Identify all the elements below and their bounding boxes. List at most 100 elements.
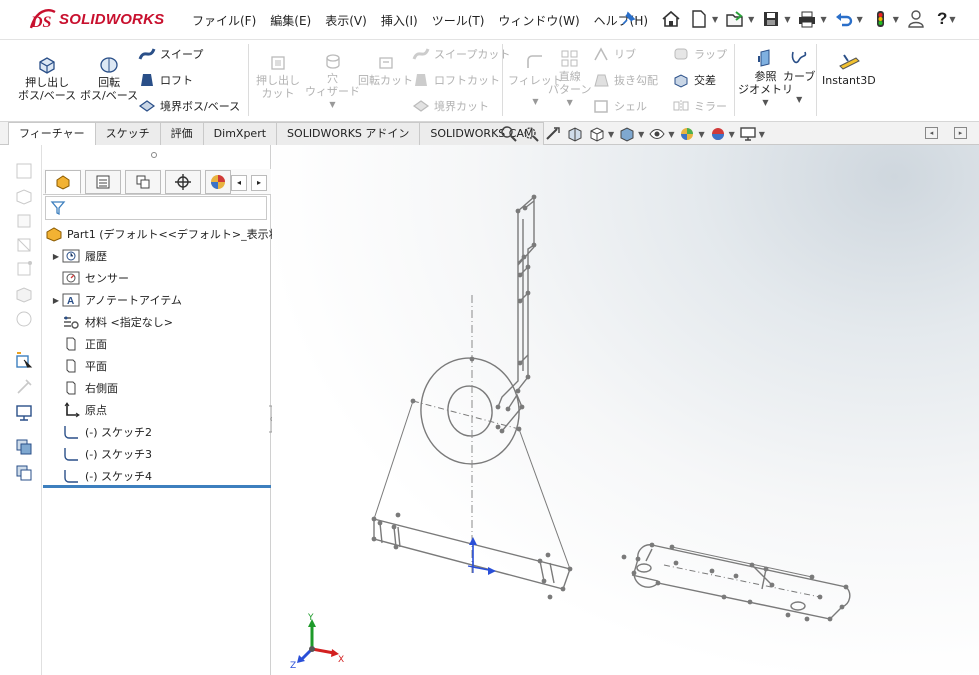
sphere-icon[interactable]	[14, 309, 34, 329]
swept-cut-button[interactable]: スイープカット	[412, 46, 510, 62]
copy-body-icon[interactable]	[14, 437, 34, 457]
tree-item-origin[interactable]: 原点	[43, 399, 271, 421]
chevron-down-icon[interactable]: ▼	[783, 93, 815, 106]
tree-item-sensors[interactable]: センサー	[43, 267, 271, 289]
chevron-down-icon[interactable]: ▼	[638, 130, 644, 139]
rebuild-button[interactable]: ▼	[869, 8, 899, 30]
chevron-down-icon[interactable]: ▼	[305, 98, 360, 111]
chevron-down-icon[interactable]: ▼	[893, 15, 899, 24]
select-filter-icon[interactable]	[14, 351, 34, 371]
panel-grip-icon[interactable]	[151, 152, 157, 158]
menu-tools[interactable]: ツール(T)	[426, 12, 493, 29]
mirror-button[interactable]: ミラー	[672, 98, 727, 114]
tab-addins[interactable]: SOLIDWORKS アドイン	[276, 122, 421, 145]
tab-features[interactable]: フィーチャー	[8, 122, 96, 145]
tree-item-history[interactable]: ▶ 履歴	[43, 245, 271, 267]
expand-arrow-icon[interactable]: ▶	[51, 296, 61, 305]
tab-sketch[interactable]: スケッチ	[94, 122, 161, 145]
revolved-boss-button[interactable]: 回転 ボス/ベース	[80, 54, 138, 102]
reference-triad[interactable]: Y X Z	[290, 613, 344, 671]
open-button[interactable]: ▼	[724, 8, 754, 30]
tree-root-part[interactable]: Part1 (デフォルト<<デフォルト>_表示状態 1>)	[43, 223, 315, 245]
chevron-down-icon[interactable]: ▼	[608, 130, 614, 139]
display-manager-tab[interactable]	[205, 170, 231, 194]
instant3d-button[interactable]: Instant3D	[822, 52, 876, 87]
wrap-button[interactable]: ラップ	[672, 46, 727, 62]
hide-show-button[interactable]: ▼	[648, 125, 674, 143]
menu-edit[interactable]: 編集(E)	[264, 12, 319, 29]
zoom-to-area-button[interactable]	[522, 125, 540, 143]
new-document-button[interactable]: ▼	[688, 8, 718, 30]
feature-tool-icon[interactable]	[14, 377, 34, 397]
box-select-icon[interactable]	[14, 161, 34, 181]
linear-pattern-button[interactable]: 直線 パターン ▼	[548, 48, 591, 109]
vertex-select-icon[interactable]	[14, 259, 34, 279]
shell-button[interactable]: シェル	[592, 98, 647, 114]
curves-button[interactable]: カーブ ▼	[783, 48, 815, 106]
print-button[interactable]: ▼	[796, 8, 827, 30]
chevron-down-icon[interactable]: ▼	[729, 130, 735, 139]
chevron-down-icon[interactable]: ▼	[857, 15, 863, 24]
restore-window-icon[interactable]: ◂	[925, 127, 938, 139]
tab-evaluate[interactable]: 評価	[159, 122, 204, 145]
save-button[interactable]: ▼	[760, 8, 790, 30]
boundary-boss-button[interactable]: 境界ボス/ベース	[138, 98, 240, 114]
maximize-window-icon[interactable]: ▸	[954, 127, 967, 139]
lofted-cut-button[interactable]: ロフトカット	[412, 72, 500, 88]
tree-item-sketch2[interactable]: (-) スケッチ2	[43, 421, 271, 443]
boundary-cut-button[interactable]: 境界カット	[412, 98, 489, 114]
slotted-plate-sketch[interactable]	[631, 544, 851, 620]
chevron-down-icon[interactable]: ▼	[712, 15, 718, 24]
draft-button[interactable]: 抜き勾配	[592, 72, 658, 88]
tree-item-front-plane[interactable]: 正面	[43, 333, 271, 355]
section-view-button[interactable]	[566, 125, 584, 143]
menu-view[interactable]: 表示(V)	[319, 12, 375, 29]
featuremanager-tree-tab[interactable]	[45, 170, 81, 194]
menu-insert[interactable]: 挿入(I)	[375, 12, 426, 29]
vertical-bracket-sketch[interactable]	[497, 195, 535, 432]
swept-boss-button[interactable]: スイープ	[138, 46, 203, 62]
tab-scroll-left-icon[interactable]: ◂	[231, 175, 247, 191]
configuration-manager-tab[interactable]	[125, 170, 161, 194]
extruded-cut-button[interactable]: 押し出し カット	[256, 52, 300, 100]
tree-item-right-plane[interactable]: 右側面	[43, 377, 271, 399]
chevron-down-icon[interactable]: ▼	[668, 130, 674, 139]
tree-item-material[interactable]: 材料 <指定なし>	[43, 311, 271, 333]
zoom-to-fit-button[interactable]	[500, 125, 518, 143]
graphics-area[interactable]: Y X Z	[272, 145, 979, 675]
dimxpert-manager-tab[interactable]	[165, 170, 201, 194]
chevron-down-icon[interactable]: ▼	[748, 15, 754, 24]
cube-select-icon[interactable]	[14, 187, 34, 207]
chevron-down-icon[interactable]: ▼	[698, 130, 704, 139]
intersect-button[interactable]: 交差	[672, 72, 716, 88]
revolved-cut-button[interactable]: 回転カット	[358, 52, 413, 87]
property-manager-tab[interactable]	[85, 170, 121, 194]
extruded-boss-button[interactable]: 押し出し ボス/ベース	[18, 54, 76, 102]
tree-item-sketch3[interactable]: (-) スケッチ3	[43, 443, 271, 465]
home-button[interactable]	[660, 8, 682, 30]
tab-dimxpert[interactable]: DimXpert	[202, 122, 278, 145]
expand-arrow-icon[interactable]: ▶	[51, 252, 61, 261]
undo-button[interactable]: ▼	[833, 8, 863, 30]
hole-wizard-button[interactable]: 穴 ウィザード ▼	[305, 50, 360, 111]
menu-file[interactable]: ファイル(F)	[186, 12, 264, 29]
move-body-icon[interactable]	[14, 463, 34, 483]
solid-body-icon[interactable]	[14, 285, 34, 305]
rib-button[interactable]: リブ	[592, 46, 636, 62]
user-button[interactable]	[905, 8, 927, 30]
menu-window[interactable]: ウィンドウ(W)	[492, 12, 587, 29]
tree-item-sketch4[interactable]: (-) スケッチ4	[43, 465, 271, 487]
pin-icon[interactable]	[620, 11, 636, 27]
edit-appearance-button[interactable]: ▼	[678, 125, 705, 143]
face-select-icon[interactable]	[14, 211, 34, 231]
previous-view-button[interactable]	[544, 125, 562, 143]
chevron-down-icon[interactable]: ▼	[784, 15, 790, 24]
help-button[interactable]: ? ▼	[933, 9, 956, 29]
chevron-down-icon[interactable]: ▼	[759, 130, 765, 139]
view-settings-button[interactable]: ▼	[739, 125, 765, 143]
tree-item-top-plane[interactable]: 平面	[43, 355, 271, 377]
tree-item-annotations[interactable]: ▶ A アノテートアイテム	[43, 289, 271, 311]
chevron-down-icon[interactable]: ▼	[949, 15, 955, 24]
display-pane-icon[interactable]	[14, 403, 34, 423]
view-orientation-button[interactable]: ▼	[588, 125, 614, 143]
